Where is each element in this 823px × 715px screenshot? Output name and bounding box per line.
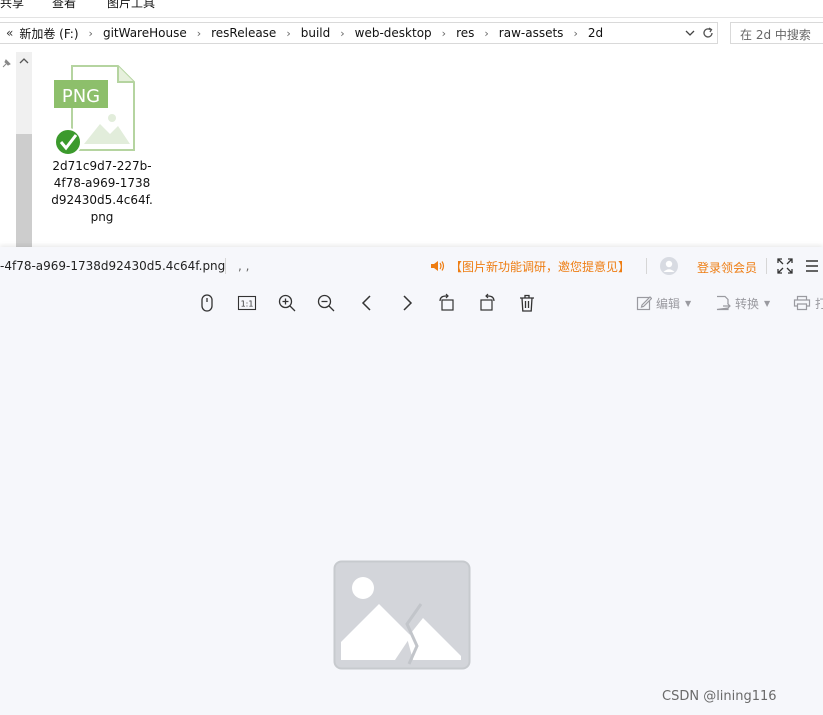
- tab-view[interactable]: 查看: [52, 0, 76, 9]
- ribbon-tabs: 共享 查看 图片工具: [0, 0, 823, 18]
- navigation-pane: [0, 52, 14, 248]
- edit-label: 编辑: [656, 296, 681, 311]
- trash-icon: [520, 294, 534, 312]
- chevron-right-icon[interactable]: ›: [434, 27, 454, 40]
- speaker-icon: [431, 261, 445, 271]
- caret-down-icon: ▼: [685, 298, 692, 308]
- svg-text:1:1: 1:1: [241, 300, 254, 309]
- breadcrumb-resrelease[interactable]: resRelease: [209, 26, 278, 40]
- print-button[interactable]: 打: [793, 294, 823, 312]
- ribbon-divider: [0, 17, 823, 18]
- breadcrumb-web-desktop[interactable]: web-desktop: [353, 26, 434, 40]
- refresh-icon[interactable]: [700, 25, 716, 41]
- login-vip-link[interactable]: 登录领会员: [697, 259, 757, 276]
- mouse-icon: [201, 294, 213, 312]
- mouse-mode-button[interactable]: [197, 293, 217, 313]
- actual-size-button[interactable]: 1:1: [237, 293, 257, 313]
- chevron-left-icon: [361, 295, 371, 311]
- breadcrumb-2d[interactable]: 2d: [586, 26, 605, 40]
- caret-down-icon: ▼: [764, 298, 771, 308]
- actual-size-icon: 1:1: [237, 295, 257, 311]
- rotate-left-icon: [439, 293, 454, 311]
- menu-icon[interactable]: [804, 258, 820, 274]
- tab-picture-tools[interactable]: 图片工具: [107, 0, 155, 9]
- breadcrumb-build[interactable]: build: [299, 26, 333, 40]
- feedback-notice-link[interactable]: 【图片新功能调研，邀您提意见】: [430, 258, 630, 274]
- convert-menu-button[interactable]: 转换 ▼: [715, 294, 770, 312]
- convert-label: 转换: [735, 296, 760, 311]
- chevron-right-icon[interactable]: ›: [476, 27, 496, 40]
- printer-icon: [793, 295, 811, 311]
- fullscreen-icon[interactable]: [777, 258, 793, 274]
- scroll-thumb[interactable]: [16, 134, 32, 248]
- chevron-right-icon[interactable]: ›: [81, 27, 101, 40]
- rotate-right-icon: [480, 293, 495, 311]
- chevron-right-icon[interactable]: ›: [278, 27, 298, 40]
- previous-image-button[interactable]: [357, 293, 377, 313]
- scroll-up-arrow-icon[interactable]: [16, 54, 32, 68]
- print-label: 打: [815, 296, 823, 311]
- zoom-out-icon: [317, 294, 335, 312]
- file-name-label: 2d71c9d7-227b-4f78-a969-1738d92430d5.4c6…: [51, 159, 153, 224]
- zoom-in-button[interactable]: [277, 293, 297, 313]
- title-divider: [766, 258, 767, 274]
- breadcrumb-drive[interactable]: 新加卷 (F:): [17, 25, 80, 42]
- user-avatar-icon[interactable]: [660, 257, 678, 275]
- edit-menu-button[interactable]: 编辑 ▼: [636, 294, 691, 312]
- chevron-right-icon[interactable]: ›: [189, 27, 209, 40]
- title-divider: [646, 258, 647, 274]
- csdn-watermark: CSDN @lining116: [662, 689, 777, 704]
- title-divider: [225, 258, 226, 274]
- rotate-left-button[interactable]: [437, 293, 457, 313]
- viewer-title-bar: -4f78-a969-1738d92430d5.4c64f.png , , 【图…: [0, 247, 823, 285]
- pin-icon[interactable]: [0, 58, 12, 73]
- breadcrumb-overflow-button[interactable]: «: [0, 26, 17, 40]
- breadcrumb-gitwarehouse[interactable]: gitWareHouse: [101, 26, 189, 40]
- rotate-right-button[interactable]: [477, 293, 497, 313]
- convert-icon: [716, 295, 731, 311]
- chevron-right-icon[interactable]: ›: [332, 27, 352, 40]
- delete-button[interactable]: [517, 293, 537, 313]
- viewer-toolbar: 1:1 编辑 ▼ 转换 ▼ 打: [0, 285, 823, 321]
- chevron-right-icon[interactable]: ›: [565, 27, 585, 40]
- file-item[interactable]: PNG 2d71c9d7-227b-4f78-a969-1738d92430d5…: [50, 62, 154, 232]
- breadcrumb-raw-assets[interactable]: raw-assets: [497, 26, 566, 40]
- image-info-text: , ,: [238, 259, 250, 273]
- tab-share[interactable]: 共享: [0, 0, 24, 9]
- broken-image-icon: [333, 560, 471, 670]
- breadcrumb-res[interactable]: res: [454, 26, 476, 40]
- png-badge: PNG: [62, 86, 100, 107]
- next-image-button[interactable]: [397, 293, 417, 313]
- viewer-file-name: -4f78-a969-1738d92430d5.4c64f.png: [0, 259, 226, 273]
- zoom-out-button[interactable]: [316, 293, 336, 313]
- vertical-scrollbar[interactable]: [16, 52, 32, 248]
- edit-icon: [636, 296, 652, 311]
- search-input[interactable]: 在 2d 中搜索: [730, 22, 823, 44]
- address-bar[interactable]: « 新加卷 (F:) › gitWareHouse › resRelease ›…: [0, 22, 718, 44]
- chevron-right-icon: [403, 295, 413, 311]
- image-viewer-window: -4f78-a969-1738d92430d5.4c64f.png , , 【图…: [0, 247, 823, 715]
- zoom-in-icon: [278, 294, 296, 312]
- png-file-icon: PNG: [54, 65, 135, 154]
- breadcrumb: « 新加卷 (F:) › gitWareHouse › resRelease ›…: [0, 23, 605, 43]
- address-history-dropdown-icon[interactable]: [684, 26, 696, 40]
- feedback-notice-text: 【图片新功能调研，邀您提意见】: [450, 259, 631, 274]
